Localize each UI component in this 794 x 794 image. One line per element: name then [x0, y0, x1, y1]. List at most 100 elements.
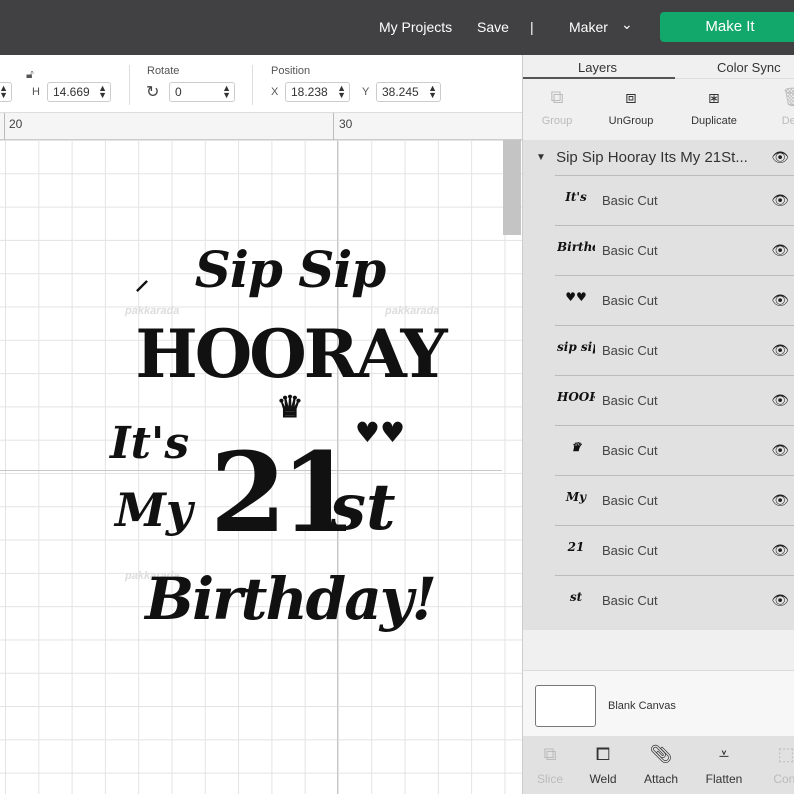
layer-label: Basic Cut: [602, 243, 658, 258]
h-label: H: [32, 86, 40, 98]
flatten-label: Flatten: [705, 772, 743, 786]
divider: [129, 65, 130, 105]
layer-row[interactable]: ♛ Basic Cut 👁︎: [555, 425, 794, 475]
eye-icon[interactable]: 👁︎: [771, 392, 789, 409]
y-value: 38.245: [382, 85, 419, 99]
layer-label: Basic Cut: [602, 343, 658, 358]
layer-label: Basic Cut: [602, 293, 658, 308]
flatten-icon: ⩡: [718, 744, 730, 764]
ruler-label: 20: [9, 117, 23, 131]
design-artwork[interactable]: pakkarada pakkarada pakkarada Sip Sip ⸝ …: [100, 230, 480, 670]
contour-button[interactable]: ⬚ Cont: [751, 744, 794, 786]
delete-label: Dele: [781, 115, 794, 127]
layer-group[interactable]: ▼ Sip Sip Hooray Its My 21St... 👁︎: [523, 140, 794, 175]
layer-thumbnail: sip sip: [557, 340, 595, 354]
layer-label: Basic Cut: [602, 543, 658, 558]
group-name: Sip Sip Hooray Its My 21St...: [556, 149, 748, 166]
layer-label: Basic Cut: [602, 193, 658, 208]
tab-layers[interactable]: Layers: [578, 60, 617, 75]
layer-row[interactable]: HOORAY Basic Cut 👁︎: [555, 375, 794, 425]
canvas-scrollbar[interactable]: [503, 140, 521, 235]
ungroup-label: UnGroup: [608, 115, 654, 127]
group-button[interactable]: ⧉ Group: [522, 87, 592, 127]
contour-icon: ⬚: [777, 744, 794, 764]
layer-label: Basic Cut: [602, 593, 658, 608]
x-field[interactable]: 18.238 ▲ ▼: [285, 82, 350, 102]
eye-icon[interactable]: 👁︎: [771, 342, 789, 359]
width-field[interactable]: ▲ ▼: [0, 82, 12, 102]
eye-icon[interactable]: 👁︎: [771, 492, 789, 509]
layer-row[interactable]: ♥♥ Basic Cut 👁︎: [555, 275, 794, 325]
tab-color-sync[interactable]: Color Sync: [717, 60, 781, 75]
layer-row[interactable]: st Basic Cut 👁︎: [555, 575, 794, 625]
layer-row[interactable]: My Basic Cut 👁︎: [555, 475, 794, 525]
eye-icon[interactable]: 👁︎: [771, 442, 789, 459]
layer-thumbnail: ♥♥: [565, 290, 587, 304]
machine-select[interactable]: Maker: [569, 19, 608, 35]
height-field[interactable]: 14.669 ▲ ▼: [47, 82, 111, 102]
blank-canvas-row[interactable]: Blank Canvas: [523, 670, 794, 736]
ruler-major-tick: [333, 113, 334, 140]
rotate-value: 0: [175, 85, 182, 99]
position-label: Position: [271, 65, 311, 77]
chevron-down-icon[interactable]: ⌄: [621, 16, 633, 33]
duplicate-label: Duplicate: [691, 115, 737, 127]
eye-icon[interactable]: 👁︎: [771, 192, 789, 209]
layer-row[interactable]: Birthday Basic Cut 👁︎: [555, 225, 794, 275]
burst-icon: ⸝: [135, 263, 150, 296]
duplicate-button[interactable]: ⧆ Duplicate: [679, 87, 749, 127]
ungroup-button[interactable]: ⧈ UnGroup: [596, 87, 666, 127]
attach-button[interactable]: 📎︎ Attach: [626, 744, 696, 786]
hearts-icon: ♥♥: [354, 416, 406, 449]
layer-row[interactable]: 21 Basic Cut 👁︎: [555, 525, 794, 575]
divider: [252, 65, 253, 105]
layer-thumbnail: It's: [565, 190, 587, 204]
layer-label: Basic Cut: [602, 493, 658, 508]
lock-icon[interactable]: 🔓︎: [26, 67, 34, 82]
save-button[interactable]: Save: [477, 19, 509, 35]
make-it-button[interactable]: Make It: [660, 12, 794, 42]
caret-down-icon[interactable]: ▼: [536, 152, 546, 163]
my-projects-link[interactable]: My Projects: [379, 19, 452, 35]
eye-icon[interactable]: 👁︎: [771, 292, 789, 309]
layer-thumbnail: ♛: [570, 440, 582, 454]
eye-icon[interactable]: 👁︎: [771, 242, 789, 259]
delete-button[interactable]: 🗑︎ Dele: [758, 87, 794, 127]
layer-row[interactable]: sip sip Basic Cut 👁︎: [555, 325, 794, 375]
rotate-label: Rotate: [147, 65, 180, 77]
group-label: Group: [541, 115, 573, 127]
contour-label: Cont: [773, 772, 794, 786]
bottom-actions: ⧉Slice ⧠Weld 📎︎Attach ⩡Flatten ⬚Cont: [523, 736, 794, 794]
height-value: 14.669: [53, 85, 90, 99]
eye-icon[interactable]: 👁︎: [771, 542, 789, 559]
rotate-field[interactable]: 0 ▲ ▼: [169, 82, 235, 102]
layers-list: ▼ Sip Sip Hooray Its My 21St... 👁︎ It's B…: [523, 140, 794, 630]
layers-panel: Layers Color Sync ⧉ Group ⧈ UnGroup ⧆ Dupli…: [522, 55, 794, 794]
x-label: X: [271, 86, 279, 98]
group-icon: ⧉: [550, 87, 564, 107]
art-st: st: [330, 470, 396, 545]
layer-row[interactable]: It's Basic Cut 👁︎: [555, 175, 794, 225]
layer-label: Basic Cut: [602, 443, 658, 458]
attach-label: Attach: [643, 772, 679, 786]
art-birthday: Birthday!: [145, 565, 437, 633]
horizontal-ruler: 20 30: [0, 113, 522, 140]
divider: |: [530, 19, 534, 35]
ungroup-icon: ⧈: [625, 87, 637, 107]
art-21: 21: [210, 428, 357, 557]
ruler-label: 30: [339, 117, 353, 131]
layer-thumbnail: 21: [567, 540, 585, 554]
eye-icon[interactable]: 👁︎: [771, 592, 789, 609]
crown-icon: ♛: [276, 390, 304, 425]
flatten-button[interactable]: ⩡ Flatten: [689, 744, 759, 786]
trash-icon: 🗑︎: [781, 87, 794, 107]
y-field[interactable]: 38.245 ▲ ▼: [376, 82, 441, 102]
edit-toolbar: ▲ ▼ 🔓︎ H 14.669 ▲ ▼ Rotate ↻ 0 ▲ ▼ Position X…: [0, 55, 522, 113]
top-bar: My Projects Save | Maker ⌄ Make It: [0, 0, 794, 55]
layer-thumbnail: Birthday: [557, 240, 595, 254]
layer-thumbnail: HOORAY: [557, 390, 595, 404]
weld-label: Weld: [589, 772, 617, 786]
eye-icon[interactable]: 👁︎: [771, 149, 789, 166]
y-label: Y: [362, 86, 370, 98]
blank-canvas-swatch[interactable]: [535, 685, 596, 727]
